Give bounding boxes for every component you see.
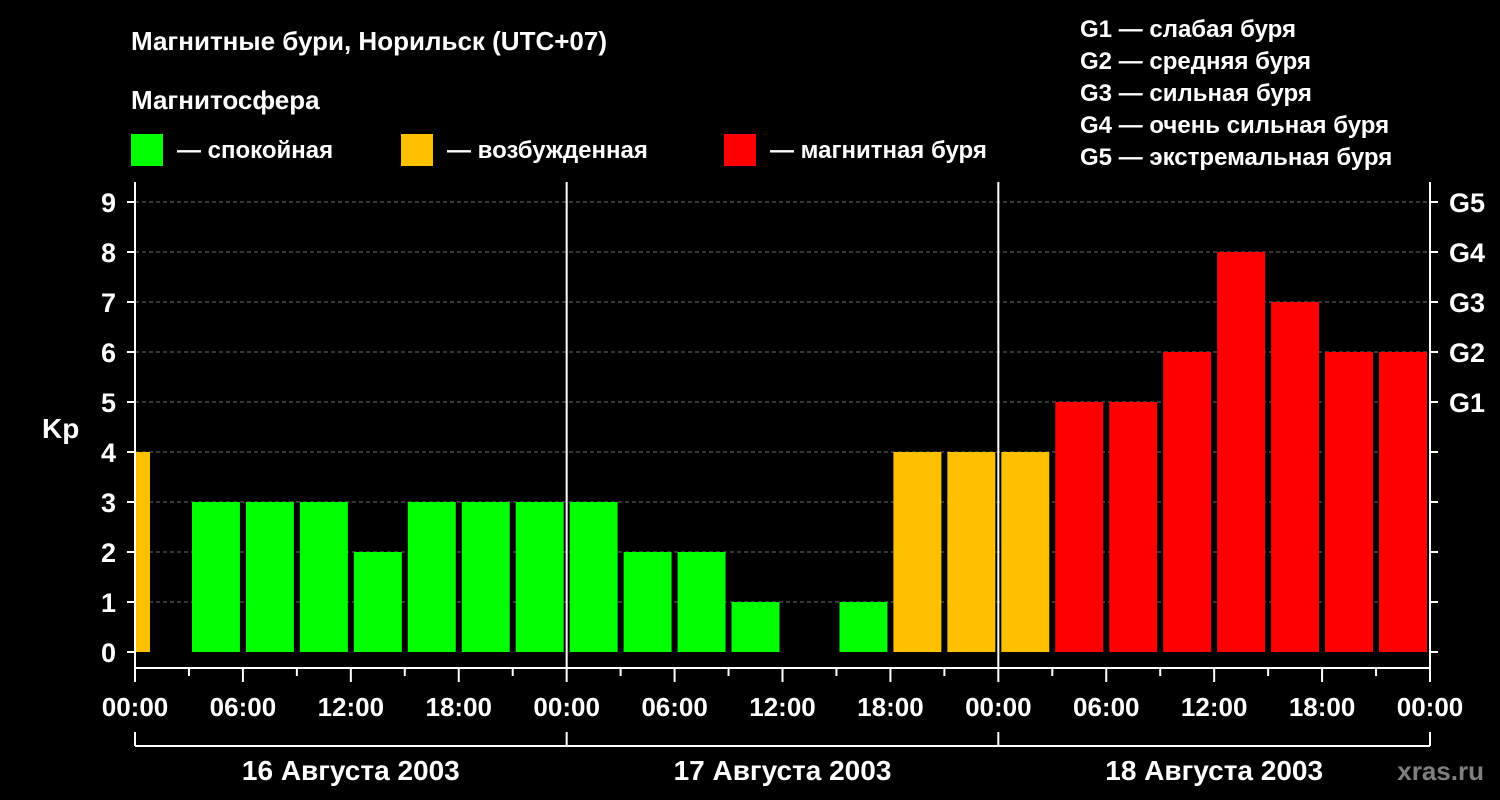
x-tick-label: 18:00 bbox=[1289, 692, 1356, 722]
day-label: 16 Августа 2003 bbox=[242, 755, 460, 786]
x-tick-label: 00:00 bbox=[965, 692, 1032, 722]
y-tick-label: 4 bbox=[101, 438, 116, 468]
kp-bar bbox=[1055, 402, 1104, 652]
legend-label-calm: — спокойная bbox=[177, 137, 333, 164]
kp-bar bbox=[353, 552, 402, 652]
kp-bar bbox=[245, 502, 294, 652]
g-scale-g5: G5 — экстремальная буря bbox=[1080, 144, 1392, 171]
kp-chart: Магнитные бури, Норильск (UTC+07) Магнит… bbox=[42, 16, 1485, 786]
x-tick-label: 18:00 bbox=[857, 692, 924, 722]
kp-bar bbox=[947, 452, 996, 652]
kp-bar bbox=[1379, 352, 1427, 652]
kp-bar bbox=[731, 602, 780, 652]
g-tick-label: G4 bbox=[1449, 238, 1485, 268]
day-label: 17 Августа 2003 bbox=[674, 755, 892, 786]
g-scale-g1: G1 — слабая буря bbox=[1080, 16, 1296, 43]
kp-bar bbox=[461, 502, 510, 652]
kp-bar bbox=[569, 502, 618, 652]
x-tick-label: 12:00 bbox=[318, 692, 385, 722]
kp-bar bbox=[893, 452, 942, 652]
x-tick-label: 00:00 bbox=[533, 692, 600, 722]
kp-bar bbox=[623, 552, 672, 652]
y-tick-label: 6 bbox=[101, 338, 116, 368]
x-tick-label: 00:00 bbox=[102, 692, 169, 722]
legend-swatch-active bbox=[401, 134, 433, 166]
legend-heading: Магнитосфера bbox=[131, 85, 320, 115]
g-scale-g4: G4 — очень сильная буря bbox=[1080, 112, 1389, 139]
y-tick-label: 1 bbox=[101, 588, 116, 618]
x-tick-label: 12:00 bbox=[749, 692, 816, 722]
chart-title: Магнитные бури, Норильск (UTC+07) bbox=[131, 26, 607, 56]
y-tick-label: 7 bbox=[101, 288, 116, 318]
kp-bar bbox=[515, 502, 564, 652]
y-tick-label: 5 bbox=[101, 388, 116, 418]
g-scale-g2: G2 — средняя буря bbox=[1080, 48, 1311, 75]
x-tick-label: 06:00 bbox=[641, 692, 708, 722]
y-axis-label: Kp bbox=[42, 413, 79, 444]
kp-bar bbox=[191, 502, 240, 652]
y-tick-label: 2 bbox=[101, 538, 116, 568]
kp-bar bbox=[299, 502, 348, 652]
x-tick-label: 12:00 bbox=[1181, 692, 1248, 722]
g-tick-label: G2 bbox=[1449, 338, 1485, 368]
y-tick-label: 8 bbox=[101, 238, 116, 268]
legend-swatch-calm bbox=[131, 134, 163, 166]
legend-label-active: — возбужденная bbox=[447, 137, 648, 164]
kp-bar bbox=[1271, 302, 1320, 652]
kp-bar bbox=[1001, 452, 1050, 652]
watermark: xras.ru bbox=[1397, 756, 1484, 786]
g-scale-g3: G3 — сильная буря bbox=[1080, 80, 1312, 107]
y-tick-label: 3 bbox=[101, 488, 116, 518]
kp-bar bbox=[1109, 402, 1158, 652]
kp-bar bbox=[1163, 352, 1212, 652]
kp-bar bbox=[1217, 252, 1266, 652]
g-tick-label: G3 bbox=[1449, 288, 1485, 318]
kp-bar bbox=[677, 552, 726, 652]
x-tick-label: 18:00 bbox=[426, 692, 493, 722]
y-tick-label: 0 bbox=[101, 638, 116, 668]
kp-bar bbox=[1325, 352, 1374, 652]
x-tick-label: 06:00 bbox=[1073, 692, 1140, 722]
kp-bar bbox=[135, 452, 150, 652]
g-tick-label: G1 bbox=[1449, 388, 1485, 418]
day-label: 18 Августа 2003 bbox=[1105, 755, 1323, 786]
kp-bar bbox=[407, 502, 456, 652]
legend-swatch-storm bbox=[724, 134, 756, 166]
g-tick-label: G5 bbox=[1449, 188, 1485, 218]
x-tick-label: 00:00 bbox=[1397, 692, 1464, 722]
kp-bar bbox=[839, 602, 888, 652]
legend-label-storm: — магнитная буря bbox=[770, 137, 987, 164]
x-tick-label: 06:00 bbox=[210, 692, 277, 722]
y-tick-label: 9 bbox=[101, 188, 116, 218]
